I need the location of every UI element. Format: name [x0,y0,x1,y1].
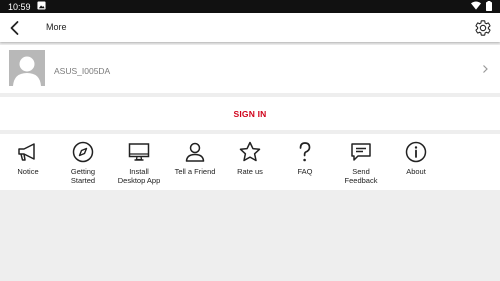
profile-row[interactable]: ASUS_I005DA [0,45,500,93]
compass-icon [72,141,94,163]
battery-icon [486,0,492,13]
username: ASUS_I005DA [54,66,111,76]
gear-icon[interactable] [474,19,492,37]
image-icon [36,1,46,12]
page-title: More [46,22,67,32]
status-time: 10:59 [8,1,31,12]
signin-row: SIGN IN [0,97,500,130]
megaphone-icon [18,143,35,161]
question-icon [299,142,311,162]
menu-label: FAQ [297,167,313,176]
info-icon [405,141,427,163]
feedback-icon [351,143,371,161]
status-bar: 10:59 [0,0,500,13]
menu-item-notice[interactable]: Notice [2,134,54,190]
wifi-icon [471,1,481,12]
chevron-right-icon [480,62,490,74]
star-icon [239,141,261,162]
menu-label: Install Desktop App [117,167,161,185]
menu-label: Getting Started [70,167,96,185]
menu-item-tell-a-friend[interactable]: Tell a Friend [169,134,221,190]
person-silhouette-icon [13,56,41,86]
menu-label: Notice [17,167,39,176]
menu-label: About [406,167,426,176]
status-right [471,0,492,13]
menu-item-install-desktop-app[interactable]: Install Desktop App [113,134,165,190]
menu-label: Rate us [237,167,263,176]
person-icon [185,142,205,162]
menu-row: Notice Getting Started Install Desktop App… [0,134,500,190]
back-arrow-icon[interactable] [6,19,24,37]
menu-item-send-feedback[interactable]: Send Feedback [335,134,387,190]
app-bar: More [0,13,500,42]
menu-item-getting-started[interactable]: Getting Started [57,134,109,190]
menu-item-about[interactable]: About [390,134,442,190]
avatar [9,50,45,86]
menu-item-faq[interactable]: FAQ [279,134,331,190]
menu-item-rate-us[interactable]: Rate us [224,134,276,190]
menu-label: Send Feedback [344,167,378,185]
sign-in-button[interactable]: SIGN IN [233,109,266,119]
monitor-icon [128,143,150,161]
menu-label: Tell a Friend [174,167,216,176]
